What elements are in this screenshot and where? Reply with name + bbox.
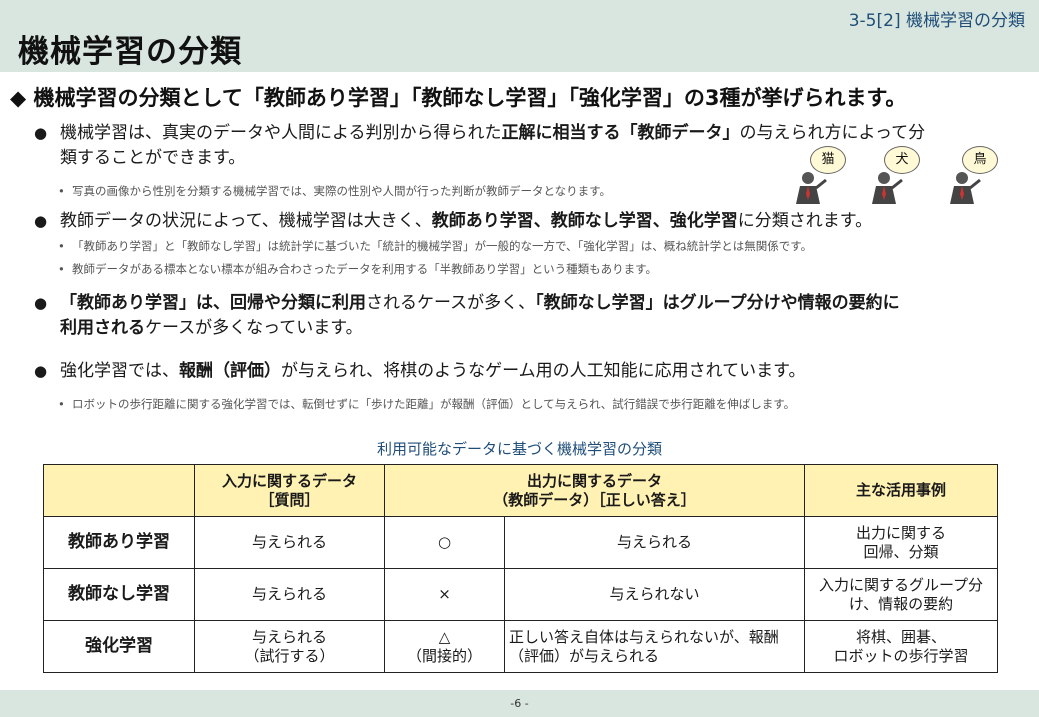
bullet-dot-icon: ● — [34, 212, 48, 230]
cell-output: 正しい答え自体は与えられないが、報酬 （評価）が与えられる — [503, 620, 806, 673]
table-row: 強化学習 与えられる （試行する） △ （間接的） 正しい答え自体は与えられないが、… — [43, 620, 999, 673]
header-empty — [43, 464, 195, 517]
page-number: -6 - — [510, 697, 529, 710]
row-name: 強化学習 — [43, 620, 195, 673]
sub-dot-icon: • — [58, 184, 65, 198]
table-caption: 利用可能なデータに基づく機械学習の分類 — [376, 440, 662, 458]
bullet-dot-icon: ● — [34, 294, 48, 312]
cell-output: 与えられない — [503, 568, 806, 621]
lead-statement: ◆ 機械学習の分類として「教師あり学習」「教師なし学習」「強化学習」の3種が挙げ… — [10, 86, 907, 110]
header-output: 出力に関するデータ （教師データ）［正しい答え］ — [383, 464, 806, 517]
cell-output: 与えられる — [503, 516, 806, 569]
cell-usage: 将棋、囲碁、 ロボットの歩行学習 — [804, 620, 999, 673]
speaker-figures: 猫 犬 鳥 — [780, 146, 1020, 206]
bullet-1-line-2: 類することができます。 — [60, 148, 246, 168]
bullet-4-line-1: 強化学習では、報酬（評価）が与えられ、将棋のようなゲーム用の人工知能に応用されて… — [60, 361, 806, 381]
sub-dot-icon: • — [58, 397, 65, 411]
person-icon — [796, 172, 827, 204]
cell-usage: 入力に関するグループ分 け、情報の要約 — [804, 568, 999, 621]
cell-input: 与えられる — [194, 516, 385, 569]
cell-mark: △ （間接的） — [384, 620, 505, 673]
row-name: 教師あり学習 — [43, 516, 195, 569]
cell-input: 与えられる — [194, 568, 385, 621]
bullet-2-line-1: 教師データの状況によって、機械学習は大きく、教師あり学習、教師なし学習、強化学習… — [60, 211, 873, 231]
table-row: 教師あり学習 与えられる ○ 与えられる 出力に関する 回帰、分類 — [43, 516, 999, 569]
sub-bullet-2-2: • 教師データがある標本とない標本が組み合わさったデータを利用する「半教師あり学習… — [58, 262, 657, 276]
sub-bullet-2-1: • 「教師あり学習」と「教師なし学習」は統計学に基づいた「統計的機械学習」が一般的… — [58, 239, 813, 253]
page-title: 機械学習の分類 — [18, 34, 242, 70]
person-icon — [872, 172, 903, 204]
header-input: 入力に関するデータ ［質問］ — [194, 464, 385, 517]
table-header-row: 入力に関するデータ ［質問］ 出力に関するデータ （教師データ）［正しい答え］ 主な… — [43, 464, 999, 517]
bullet-dot-icon: ● — [34, 362, 48, 380]
sub-bullet-4-1: • ロボットの歩行距離に関する強化学習では、転倒せずに「歩けた距離」が報酬（評価）… — [58, 397, 796, 411]
sub-bullet-1-1: • 写真の画像から性別を分類する機械学習では、実際の性別や人間が行った判断が教師デ… — [58, 184, 611, 198]
section-label: 3-5[2] 機械学習の分類 — [848, 11, 1025, 31]
row-name: 教師なし学習 — [43, 568, 195, 621]
classification-table: 入力に関するデータ ［質問］ 出力に関するデータ （教師データ）［正しい答え］ 主な… — [43, 464, 999, 673]
cell-mark: ○ — [384, 516, 505, 569]
cell-mark: × — [384, 568, 505, 621]
bullet-3-line-1: 「教師あり学習」は、回帰や分類に利用されるケースが多く、「教師なし学習」はグルー… — [60, 293, 900, 313]
bullet-3-line-2: 利用されるケースが多くなっています。 — [60, 318, 363, 338]
bullet-dot-icon: ● — [34, 124, 48, 142]
sub-dot-icon: • — [58, 239, 65, 253]
bullet-1-line-1: 機械学習は、真実のデータや人間による判別から得られた正解に相当する「教師データ」… — [60, 123, 926, 143]
header-usage: 主な活用事例 — [804, 464, 999, 517]
sub-dot-icon: • — [58, 262, 65, 276]
cell-input: 与えられる （試行する） — [194, 620, 385, 673]
person-icon — [950, 172, 981, 204]
cell-usage: 出力に関する 回帰、分類 — [804, 516, 999, 569]
table-row: 教師なし学習 与えられる × 与えられない 入力に関するグループ分 け、情報の要約 — [43, 568, 999, 621]
